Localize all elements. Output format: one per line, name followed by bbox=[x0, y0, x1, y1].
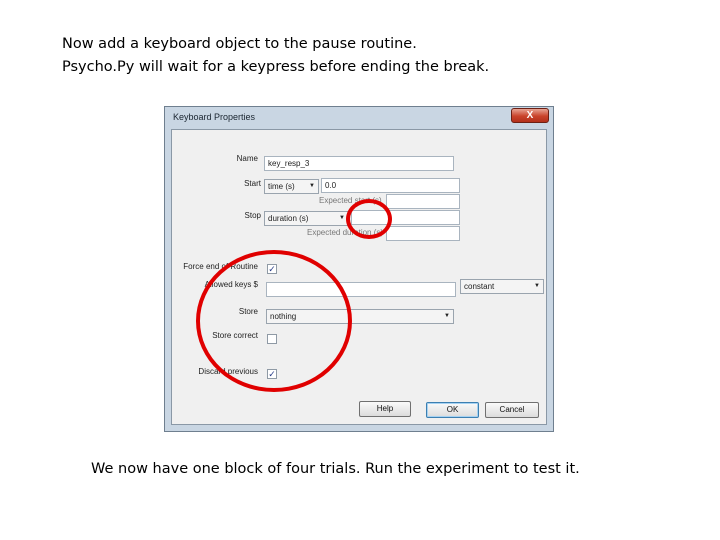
expected-start-input[interactable] bbox=[386, 194, 460, 209]
allowed-keys-mode-value: constant bbox=[464, 282, 495, 291]
name-label: Name bbox=[236, 154, 258, 163]
chevron-down-icon: ▼ bbox=[309, 183, 315, 189]
stop-type-value: duration (s) bbox=[268, 214, 309, 223]
annotation-circle-stop-value bbox=[346, 199, 392, 239]
ok-button[interactable]: OK bbox=[426, 402, 479, 418]
expected-duration-input[interactable] bbox=[386, 226, 460, 241]
close-button[interactable]: X bbox=[511, 108, 549, 123]
start-type-select[interactable]: time (s) ▼ bbox=[264, 179, 319, 194]
start-type-value: time (s) bbox=[268, 182, 295, 191]
chevron-down-icon: ▼ bbox=[339, 215, 345, 221]
stop-label: Stop bbox=[244, 211, 261, 220]
annotation-circle-keyboard-options bbox=[196, 250, 352, 392]
intro-text: Now add a keyboard object to the pause r… bbox=[62, 33, 489, 79]
intro-line-2: Psycho.Py will wait for a keypress befor… bbox=[62, 59, 490, 75]
stop-type-select[interactable]: duration (s) ▼ bbox=[264, 211, 349, 226]
chevron-down-icon: ▼ bbox=[534, 283, 540, 289]
start-label: Start bbox=[244, 179, 261, 188]
intro-line-1: Now add a keyboard object to the pause r… bbox=[62, 36, 417, 52]
chevron-down-icon: ▼ bbox=[444, 313, 450, 319]
name-input[interactable]: key_resp_3 bbox=[264, 156, 454, 171]
allowed-keys-mode-select[interactable]: constant ▼ bbox=[460, 279, 544, 294]
dialog-title: Keyboard Properties bbox=[173, 112, 256, 122]
start-value-input[interactable]: 0.0 bbox=[321, 178, 460, 193]
help-button[interactable]: Help bbox=[359, 401, 411, 417]
cancel-button[interactable]: Cancel bbox=[485, 402, 539, 418]
close-icon: X bbox=[526, 110, 534, 121]
dialog-titlebar[interactable]: Keyboard Properties X bbox=[165, 107, 553, 129]
outro-text: We now have one block of four trials. Ru… bbox=[91, 461, 580, 477]
